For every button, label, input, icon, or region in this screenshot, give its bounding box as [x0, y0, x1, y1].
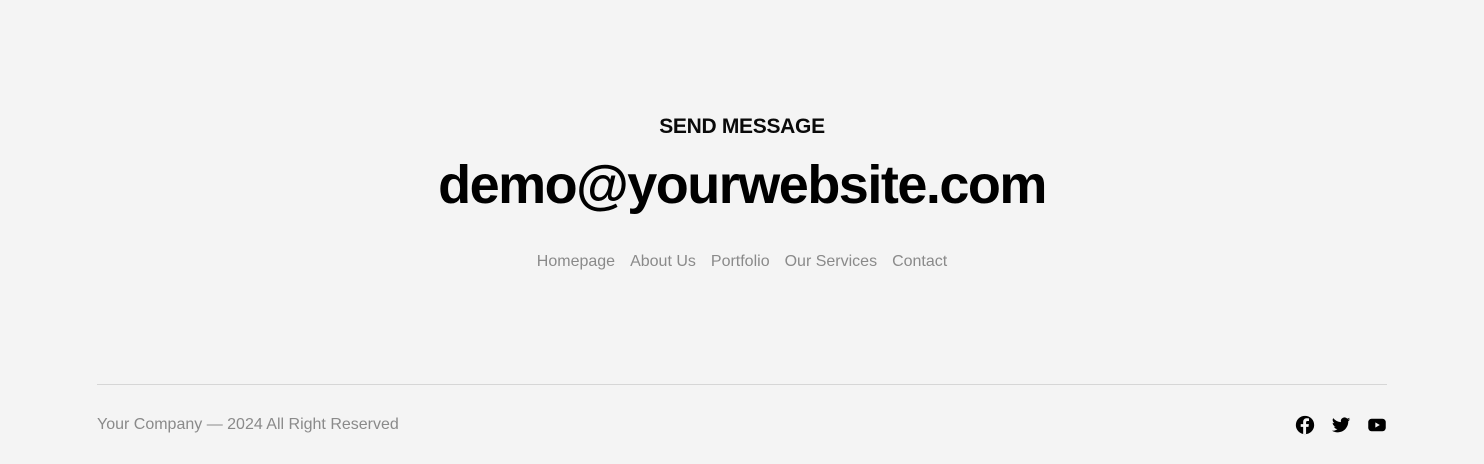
contact-email-link[interactable]: demo@yourwebsite.com: [0, 152, 1484, 218]
footer-nav: Homepage About Us Portfolio Our Services…: [0, 251, 1484, 273]
facebook-icon: [1295, 415, 1315, 435]
twitter-icon: [1331, 415, 1351, 435]
nav-link-homepage[interactable]: Homepage: [537, 251, 615, 273]
nav-link-our-services[interactable]: Our Services: [785, 251, 877, 273]
nav-link-portfolio[interactable]: Portfolio: [711, 251, 770, 273]
facebook-link[interactable]: [1295, 415, 1315, 435]
nav-link-about-us[interactable]: About Us: [630, 251, 696, 273]
twitter-link[interactable]: [1331, 415, 1351, 435]
footer-divider: [97, 384, 1387, 385]
send-message-heading: SEND MESSAGE: [659, 115, 825, 138]
youtube-link[interactable]: [1367, 415, 1387, 435]
site-footer: SEND MESSAGE demo@yourwebsite.com Homepa…: [0, 0, 1484, 464]
nav-link-contact[interactable]: Contact: [892, 251, 947, 273]
social-links: [1295, 415, 1387, 435]
youtube-icon: [1367, 415, 1387, 435]
copyright-text: Your Company — 2024 All Right Reserved: [97, 416, 399, 433]
